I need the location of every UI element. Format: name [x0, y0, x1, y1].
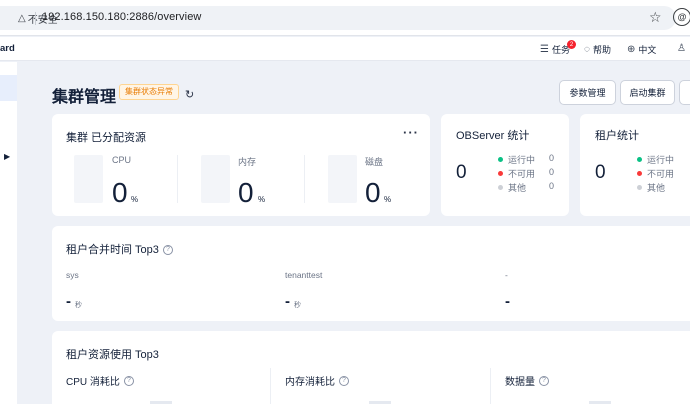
legend-label: 其他: [508, 183, 527, 193]
disk-gauge: [328, 155, 357, 203]
warning-icon: △: [18, 13, 26, 24]
observer-total: 0: [456, 162, 467, 183]
more-icon[interactable]: ···: [403, 125, 419, 140]
gray-dot-icon: [498, 185, 503, 190]
cpu-value: 0: [112, 177, 128, 208]
legend-label: 其他: [647, 183, 666, 193]
green-dot-icon: [637, 157, 642, 162]
divider: [177, 155, 178, 203]
legend-value: 0: [549, 181, 555, 191]
tenant-card-title: 租户统计: [595, 130, 639, 142]
brand-logo-text[interactable]: ard: [0, 43, 15, 54]
start-cluster-button[interactable]: 启动集群: [620, 80, 675, 105]
legend-value: 0: [549, 167, 555, 177]
memory-usage-label: 内存消耗比?: [285, 373, 349, 388]
divider: [304, 155, 305, 203]
gray-dot-icon: [637, 185, 642, 190]
help-icon[interactable]: ?: [123, 375, 134, 386]
cpu-unit: %: [131, 195, 139, 204]
data-size-label-text: 数据量: [505, 377, 535, 388]
help-icon[interactable]: ?: [162, 245, 173, 256]
help-icon[interactable]: ?: [539, 375, 549, 386]
cpu-gauge: [74, 155, 103, 203]
resource-card-title: 集群 已分配资源: [66, 132, 147, 144]
legend-running: 运行中: [637, 153, 674, 166]
memory-unit: %: [258, 195, 266, 204]
merge-tenant-value: -: [505, 293, 510, 310]
observer-card-title: OBServer 统计: [456, 130, 530, 142]
user-icon: ♙: [677, 43, 686, 54]
legend-unavailable: 不可用: [498, 167, 535, 180]
bulb-icon: ◌: [584, 44, 590, 55]
merge-tenant-name: sys: [66, 270, 79, 280]
tenant-total: 0: [595, 162, 606, 183]
memory-value: 0: [238, 177, 254, 208]
cpu-label: CPU: [112, 155, 132, 165]
bookmark-star-icon[interactable]: ☆: [649, 9, 662, 26]
divider: [490, 368, 491, 404]
legend-label: 运行中: [508, 155, 536, 165]
resource-usage-title: 租户资源使用 Top3: [66, 349, 159, 361]
globe-icon: ⊕: [627, 44, 636, 55]
app-header: ard ☰ 任务 ◌ 帮助 ⊕ 中文 ♙: [0, 37, 690, 61]
red-dot-icon: [498, 171, 503, 176]
merge-time-title: 租户合并时间 Top3?: [66, 241, 173, 257]
sidebar-item-active[interactable]: [0, 75, 17, 101]
help-icon[interactable]: ?: [339, 375, 349, 386]
disk-unit: %: [384, 195, 392, 204]
green-dot-icon: [498, 157, 503, 162]
disk-label: 磁盘: [365, 157, 384, 167]
url-text[interactable]: 192.168.150.180:2886/overview: [42, 11, 201, 23]
help-menu[interactable]: ◌ 帮助: [584, 43, 611, 56]
merge-tenant-unit: 秒: [294, 302, 301, 309]
memory-label: 内存: [238, 157, 257, 167]
sidebar: [0, 62, 17, 404]
legend-label: 运行中: [647, 155, 675, 165]
help-label: 帮助: [592, 45, 611, 55]
user-menu[interactable]: ♙: [677, 43, 686, 54]
profile-icon[interactable]: @: [673, 8, 690, 26]
tasks-menu[interactable]: ☰ 任务: [540, 43, 570, 56]
browser-toolbar: △ 不安全 192.168.150.180:2886/overview ☆ @: [0, 0, 690, 36]
legend-other: 其他: [637, 181, 665, 194]
legend-value: 0: [549, 153, 555, 163]
legend-unavailable: 不可用: [637, 167, 674, 180]
legend-running: 运行中: [498, 153, 535, 166]
legend-label: 不可用: [647, 169, 675, 179]
list-icon: ☰: [540, 44, 549, 55]
merge-tenant-name: -: [505, 270, 508, 280]
legend-label: 不可用: [508, 169, 536, 179]
cluster-status-badge: 集群状态异常: [119, 84, 179, 100]
resource-usage-card: [52, 331, 690, 404]
merge-tenant-value: -: [285, 293, 290, 310]
divider: [270, 368, 271, 404]
disk-value: 0: [365, 177, 381, 208]
data-size-label: 数据量?: [505, 373, 549, 388]
language-label: 中文: [638, 45, 657, 55]
memory-usage-label-text: 内存消耗比: [285, 377, 335, 388]
cpu-usage-label-text: CPU 消耗比: [66, 377, 120, 388]
param-manage-button[interactable]: 参数管理: [559, 80, 616, 105]
refresh-icon[interactable]: ↻: [185, 88, 194, 101]
tasks-count-badge: 2: [567, 40, 576, 49]
caret-right-icon[interactable]: ▶: [4, 152, 10, 161]
memory-gauge: [201, 155, 230, 203]
merge-tenant-unit: 秒: [75, 302, 82, 309]
page-title: 集群管理: [52, 89, 117, 106]
legend-other: 其他: [498, 181, 526, 194]
language-menu[interactable]: ⊕ 中文: [627, 43, 656, 56]
more-actions-button[interactable]: [679, 80, 690, 105]
merge-tenant-value: -: [66, 293, 71, 310]
address-divider: [35, 12, 36, 25]
cpu-usage-label: CPU 消耗比?: [66, 373, 134, 388]
red-dot-icon: [637, 171, 642, 176]
merge-time-title-text: 租户合并时间 Top3: [66, 244, 159, 256]
merge-tenant-name: tenanttest: [285, 270, 323, 280]
